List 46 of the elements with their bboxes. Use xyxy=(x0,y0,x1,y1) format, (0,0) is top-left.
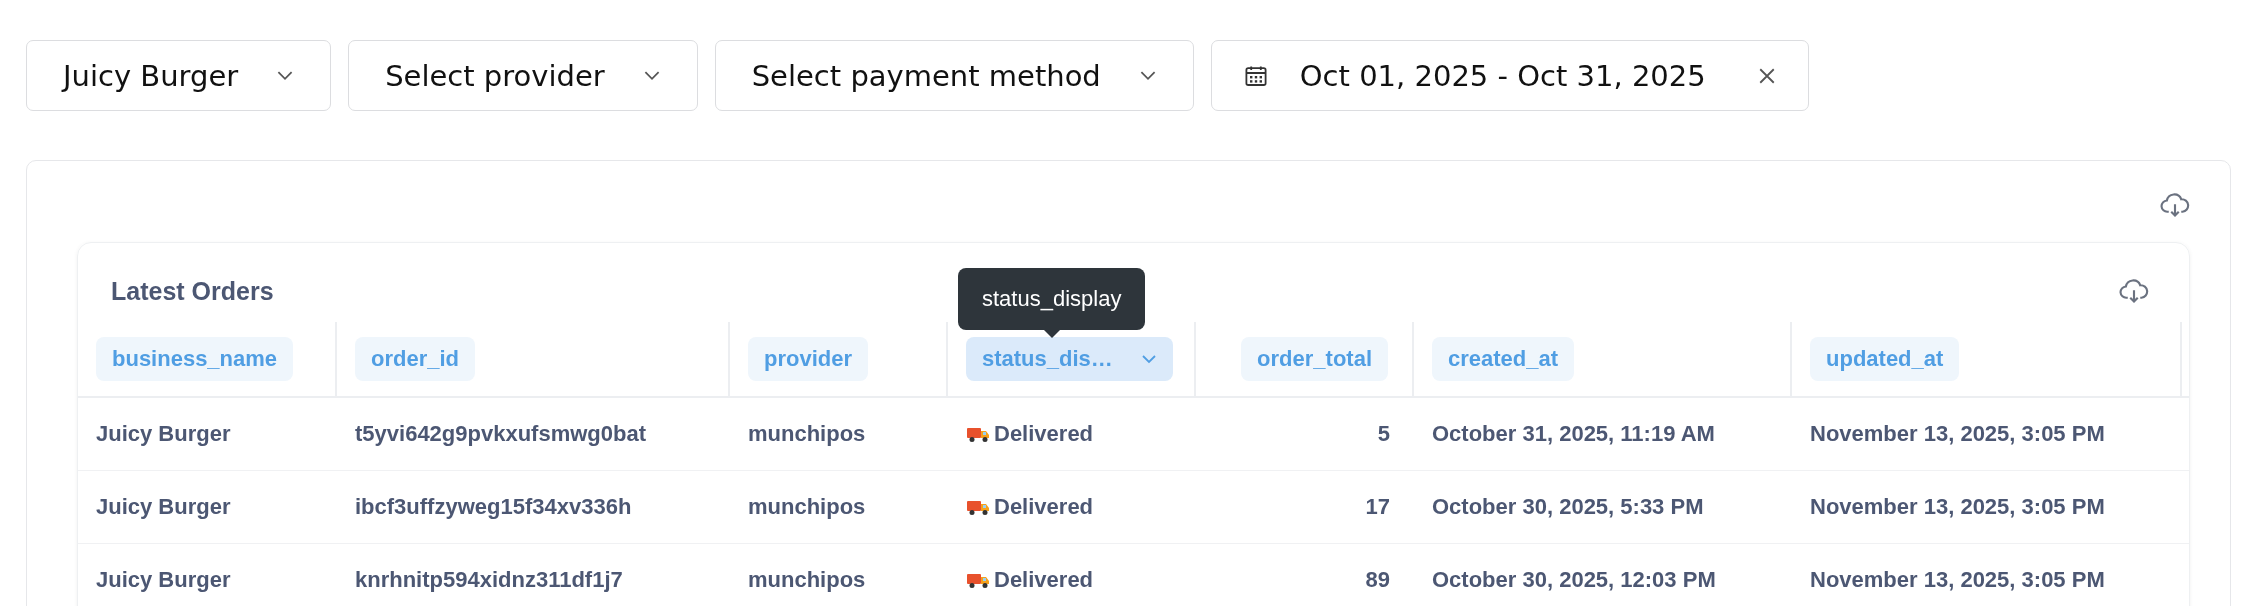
column-header[interactable]: status_dis… xyxy=(966,337,1173,381)
table-cell-text: Juicy Burger xyxy=(95,420,232,448)
column-header[interactable]: order_id xyxy=(355,337,476,381)
column-header[interactable]: order_total xyxy=(1241,337,1388,381)
column-header[interactable]: created_at xyxy=(1432,337,1575,381)
table-cell-text: 17 xyxy=(1364,493,1391,521)
truck-icon xyxy=(966,425,990,443)
card-title: Latest Orders xyxy=(111,277,274,306)
table-cell: Delivered xyxy=(948,544,1196,606)
column-header[interactable]: provider xyxy=(748,337,869,381)
table-cell: Delivered xyxy=(948,471,1196,543)
table-cell-text: October 30, 2025, 5:33 PM xyxy=(1431,493,1705,521)
truck-icon xyxy=(966,498,990,516)
truck-icon xyxy=(966,571,990,589)
date-range-picker[interactable]: Oct 01, 2025 - Oct 31, 2025 xyxy=(1210,40,1809,111)
chevron-down-icon xyxy=(276,70,295,81)
table-cell-text: 5 xyxy=(1376,420,1391,448)
cloud-download-icon[interactable] xyxy=(2119,279,2149,304)
tooltip: status_display xyxy=(958,268,1146,338)
chevron-down-icon xyxy=(1138,70,1157,81)
table-cell-text: October 31, 2025, 11:19 AM xyxy=(1431,420,1716,448)
table-cell-text: Juicy Burger xyxy=(95,566,232,594)
table-cell-text: ibcf3uffzyweg15f34xv336h xyxy=(354,493,633,521)
table-cell-text: munchipos xyxy=(747,566,867,594)
table-cell-text: November 13, 2025, 3:05 PM xyxy=(1809,566,2106,594)
filter-dropdown[interactable]: Select provider xyxy=(348,40,698,111)
cloud-download-icon[interactable] xyxy=(2160,193,2190,218)
table-cell-text: munchipos xyxy=(747,493,867,521)
table-cell-text: t5yvi642g9pvkxufsmwg0bat xyxy=(354,420,648,448)
table-cell-text: October 30, 2025, 12:03 PM xyxy=(1431,566,1717,594)
column-header[interactable]: business_name xyxy=(96,337,294,381)
table-cell-text: November 13, 2025, 3:05 PM xyxy=(1809,493,2106,521)
close-icon[interactable] xyxy=(1757,66,1776,85)
table-cell-text: 89 xyxy=(1364,566,1391,594)
filter-dropdown[interactable]: Juicy Burger xyxy=(26,40,332,111)
chevron-down-icon xyxy=(642,70,661,81)
chevron-down-icon xyxy=(1140,354,1157,364)
table-cell-text: munchipos xyxy=(747,420,867,448)
calendar-icon xyxy=(1243,63,1268,88)
filter-dropdown[interactable]: Select payment method xyxy=(714,40,1194,111)
date-range-text: Oct 01, 2025 - Oct 31, 2025 xyxy=(1299,58,1706,93)
table-cell: Delivered xyxy=(948,398,1196,470)
column-header[interactable]: updated_at xyxy=(1810,337,1960,381)
table-cell-text: November 13, 2025, 3:05 PM xyxy=(1809,420,2106,448)
table-cell-text: Juicy Burger xyxy=(95,493,232,521)
table-cell-text: knrhnitp594xidnz311df1j7 xyxy=(354,566,624,594)
